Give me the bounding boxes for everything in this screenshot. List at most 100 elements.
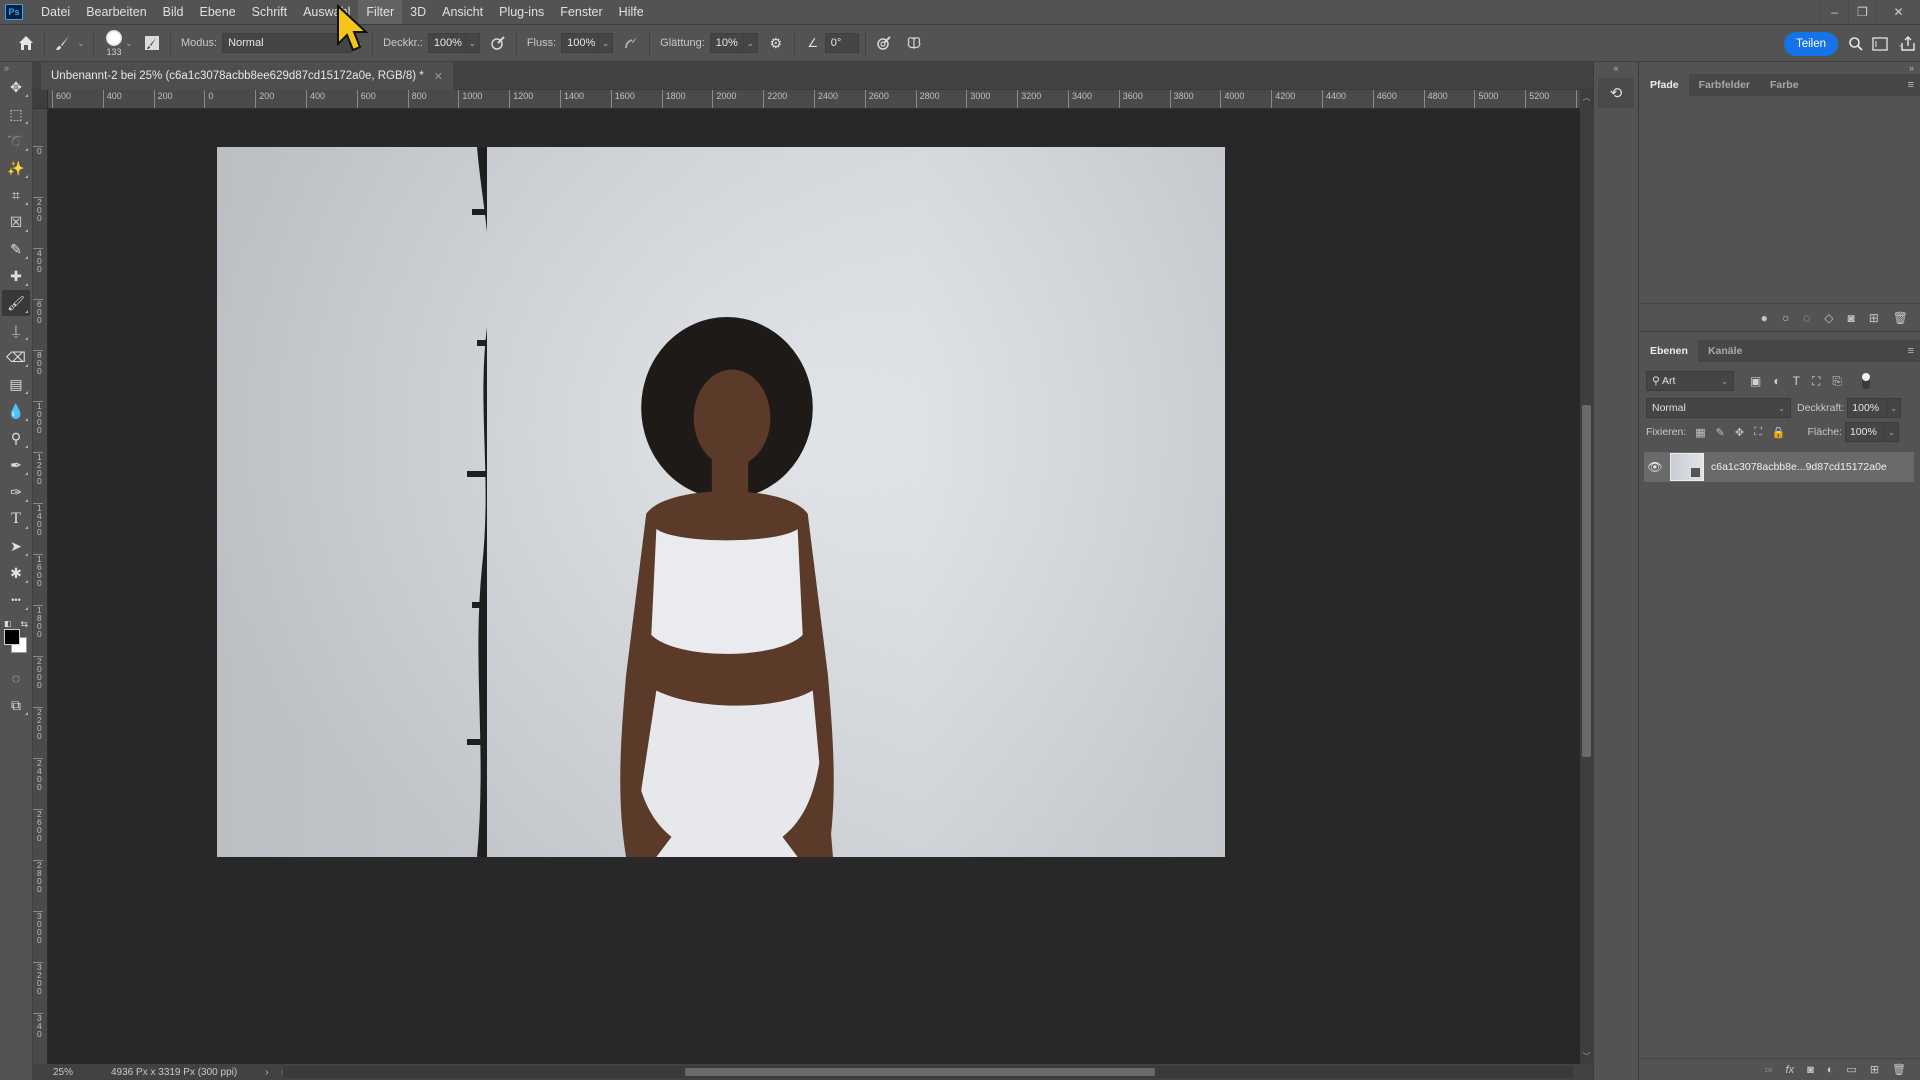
airbrush-icon[interactable] [619, 31, 643, 55]
fill-path-icon[interactable]: ● [1761, 311, 1768, 325]
tab-ebenen[interactable]: Ebenen [1640, 340, 1698, 362]
marquee-tool[interactable]: ⬚ [2, 101, 30, 127]
layer-row[interactable]: 👁 c6a1c3078acbb8e...9d87cd15172a0e [1644, 452, 1914, 482]
canvas-area[interactable] [48, 109, 1580, 1064]
path-selection-tool[interactable]: ➤ [2, 533, 30, 559]
history-panel-button[interactable]: ⟲ [1598, 78, 1634, 108]
lasso-tool[interactable]: ➰ [2, 128, 30, 154]
minimize-button[interactable]: – [1820, 0, 1848, 24]
type-layer-filter-icon[interactable]: T [1793, 374, 1800, 389]
status-menu-icon[interactable]: › [265, 1067, 268, 1078]
brush-size-picker[interactable]: 133 [106, 29, 122, 57]
curvature-pen-tool[interactable]: ✑ [2, 479, 30, 505]
document-image[interactable] [217, 147, 1225, 857]
add-mask-icon[interactable]: ◙ [1807, 1064, 1814, 1076]
menu-ansicht[interactable]: Ansicht [434, 0, 491, 24]
panel-menu-icon[interactable]: ≡ [1908, 345, 1914, 357]
brush-tool[interactable]: 🖌 [2, 290, 30, 316]
blur-tool[interactable]: 💧 [2, 398, 30, 424]
document-info[interactable]: 4936 Px x 3319 Px (300 ppi) [111, 1067, 237, 1078]
chevron-down-icon[interactable]: ⌄ [75, 31, 87, 55]
chevron-down-icon[interactable]: ⌄ [1887, 398, 1902, 418]
shape-layer-filter-icon[interactable]: ⛶ [1812, 374, 1820, 389]
adjustment-layer-icon[interactable]: ◐ [1827, 1064, 1834, 1076]
zoom-level[interactable]: 25% [33, 1067, 83, 1078]
vertical-scroll-thumb[interactable] [1582, 405, 1591, 757]
symmetry-icon[interactable] [902, 31, 926, 55]
lock-all-icon[interactable]: 🔒 [1772, 426, 1786, 439]
toolbox-collapse[interactable]: » [0, 62, 32, 74]
restore-button[interactable]: ❐ [1848, 0, 1876, 24]
eraser-tool[interactable]: ⌫ [2, 344, 30, 370]
new-layer-icon[interactable]: ⊞ [1870, 1063, 1879, 1076]
move-tool[interactable]: ✥ [2, 74, 30, 100]
angle-input[interactable]: 0° [824, 33, 859, 53]
link-layers-icon[interactable]: ∞ [1765, 1064, 1773, 1076]
menu-bild[interactable]: Bild [155, 0, 192, 24]
layer-name[interactable]: c6a1c3078acbb8e...9d87cd15172a0e [1711, 461, 1887, 473]
dodge-tool[interactable]: ⚲ [2, 425, 30, 451]
chevron-down-icon[interactable]: ⌄ [465, 33, 480, 53]
menu-bearbeiten[interactable]: Bearbeiten [78, 0, 154, 24]
brush-settings-icon[interactable] [140, 31, 164, 55]
layer-opacity-input[interactable]: 100% [1847, 398, 1888, 418]
crop-tool[interactable]: ⌗ [2, 182, 30, 208]
tab-kanaele[interactable]: Kanäle [1698, 340, 1752, 362]
pen-tool[interactable]: ✒ [2, 452, 30, 478]
menu-fenster[interactable]: Fenster [552, 0, 610, 24]
add-mask-icon[interactable]: ◙ [1847, 311, 1854, 325]
tab-farbe[interactable]: Farbe [1760, 74, 1809, 96]
panel-menu-icon[interactable]: ≡ [1908, 79, 1914, 91]
delete-path-icon[interactable]: 🗑 [1893, 311, 1908, 325]
chevron-down-icon[interactable]: ⌄ [743, 33, 758, 53]
pixel-layer-filter-icon[interactable]: ▣ [1750, 374, 1761, 389]
workspace-icon[interactable] [1868, 32, 1892, 56]
menu-schrift[interactable]: Schrift [244, 0, 295, 24]
custom-shape-tool[interactable]: ✱ [2, 560, 30, 586]
chevron-down-icon[interactable]: ⌄ [599, 33, 614, 53]
ruler-origin[interactable] [33, 90, 48, 109]
vertical-scrollbar[interactable]: ︿ ﹀ [1580, 90, 1593, 1064]
gradient-tool[interactable]: ▤ [2, 371, 30, 397]
opacity-input[interactable]: 100% [427, 33, 466, 53]
blend-mode-select[interactable]: Normal ⌄ [1646, 398, 1791, 418]
scroll-up-icon[interactable]: ︿ [1580, 92, 1593, 103]
delete-layer-icon[interactable]: 🗑 [1892, 1063, 1906, 1076]
stroke-path-icon[interactable]: ○ [1782, 311, 1789, 325]
smoothing-input[interactable]: 10% [709, 33, 744, 53]
layer-style-icon[interactable]: fx [1786, 1064, 1795, 1076]
close-button[interactable]: ✕ [1876, 0, 1920, 24]
menu-3d[interactable]: 3D [402, 0, 434, 24]
smart-object-filter-icon[interactable]: ⎘ [1832, 374, 1842, 389]
layer-filter-select[interactable]: ⚲ Art ⌄ [1646, 371, 1734, 391]
visibility-eye-icon[interactable]: 👁 [1644, 460, 1666, 474]
make-work-path-icon[interactable]: ◇ [1824, 311, 1833, 325]
dock-collapse[interactable]: « [1594, 62, 1638, 74]
default-colors-icon[interactable]: ◧ [4, 619, 12, 628]
mode-select[interactable]: Normal [222, 33, 353, 53]
tab-farbfelder[interactable]: Farbfelder [1689, 74, 1760, 96]
document-tab[interactable]: Unbenannt-2 bei 25% (c6a1c3078acbb8ee629… [41, 62, 453, 90]
search-icon[interactable] [1844, 32, 1868, 56]
home-icon[interactable] [14, 31, 38, 55]
filter-toggle[interactable] [1861, 373, 1870, 389]
new-group-icon[interactable]: ▭ [1846, 1063, 1856, 1076]
magic-wand-tool[interactable]: ✨ [2, 155, 30, 181]
share-button[interactable]: Teilen [1784, 32, 1838, 56]
load-selection-icon[interactable]: ◌ [1803, 311, 1810, 325]
quick-mask-tool[interactable]: ◌ [2, 665, 30, 691]
pressure-opacity-icon[interactable] [486, 31, 510, 55]
clone-stamp-tool[interactable]: ⍊ [2, 317, 30, 343]
swap-colors-icon[interactable]: ⇆ [20, 619, 28, 630]
gear-icon[interactable]: ⚙ [764, 31, 788, 55]
lock-artboard-icon[interactable]: ⛶ [1754, 426, 1762, 439]
new-path-icon[interactable]: ⊞ [1869, 311, 1879, 325]
horizontal-ruler[interactable]: 600 400 200 0 200 400 600 800 1000 1200 1400 1600 18… [48, 90, 1580, 109]
lock-transparent-icon[interactable]: ▦ [1695, 426, 1705, 439]
frame-tool[interactable]: ☒ [2, 209, 30, 235]
tab-pfade[interactable]: Pfade [1640, 74, 1689, 96]
flow-input[interactable]: 100% [561, 33, 600, 53]
healing-brush-tool[interactable]: ✚ [2, 263, 30, 289]
panels-collapse[interactable]: » [1640, 62, 1920, 74]
pressure-size-icon[interactable] [872, 31, 896, 55]
